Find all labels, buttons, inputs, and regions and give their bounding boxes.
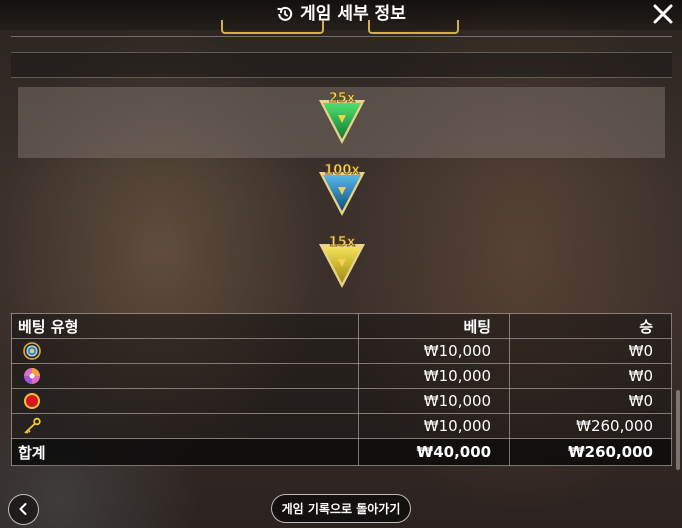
bet-type-cell: [10, 363, 360, 389]
key-icon: [24, 418, 41, 434]
total-bet: ₩40,000: [358, 438, 511, 466]
divider-top: [11, 36, 672, 37]
bet-amount: ₩10,000: [358, 338, 511, 364]
win-amount: ₩0: [509, 338, 672, 364]
column-header-bet: 베팅: [358, 313, 511, 339]
triangle-icon: 100x: [319, 163, 365, 216]
close-icon: [653, 4, 673, 24]
win-amount: ₩0: [509, 363, 672, 389]
column-header-bet-type: 베팅 유형: [10, 313, 360, 339]
bet-table: 베팅 유형 베팅 승 ₩10,000 ₩0 ₩10,000 ₩0 ₩10,000…: [10, 313, 672, 466]
table-row: ₩10,000 ₩260,000: [10, 413, 672, 439]
triangle-icon: 25x: [319, 91, 365, 144]
wheel-icon: [23, 342, 41, 361]
table-row: ₩10,000 ₩0: [10, 338, 672, 364]
close-button[interactable]: [652, 3, 674, 25]
multiplier-badge-yellow: 15x: [316, 230, 368, 292]
bet-type-cell: [10, 413, 360, 439]
multiplier-label: 15x: [329, 235, 356, 250]
red-ball-icon: [24, 393, 40, 410]
bet-amount: ₩10,000: [358, 388, 511, 414]
table-row: ₩10,000 ₩0: [10, 388, 672, 414]
bet-type-cell: [10, 388, 360, 414]
top-decor-right: [368, 20, 459, 34]
candy-icon: [24, 368, 40, 385]
multiplier-badge-green: 25x: [316, 88, 368, 150]
total-win: ₩260,000: [509, 438, 672, 466]
header-title-group: 게임 세부 정보: [0, 2, 682, 26]
triangle-icon: 15x: [319, 235, 365, 288]
bet-amount: ₩10,000: [358, 363, 511, 389]
chevron-left-icon: [19, 503, 27, 515]
multiplier-label: 100x: [324, 163, 360, 178]
win-amount: ₩0: [509, 388, 672, 414]
back-to-history-button[interactable]: 게임 기록으로 돌아가기: [271, 494, 411, 523]
bet-type-cell: [10, 338, 360, 364]
multiplier-badge-blue: 100x: [316, 158, 368, 220]
multiplier-label: 25x: [329, 91, 356, 106]
column-header-win: 승: [509, 313, 672, 339]
total-label: 합계: [10, 438, 360, 466]
header-bar: 게임 세부 정보: [0, 0, 682, 30]
total-row: 합계 ₩40,000 ₩260,000: [10, 438, 672, 466]
bet-amount: ₩10,000: [358, 413, 511, 439]
back-button[interactable]: [8, 494, 39, 525]
table-row: ₩10,000 ₩0: [10, 363, 672, 389]
result-band: [11, 52, 672, 78]
win-amount: ₩260,000: [509, 413, 672, 439]
scrollbar[interactable]: [676, 390, 680, 470]
table-header-row: 베팅 유형 베팅 승: [10, 313, 672, 339]
top-decor-left: [221, 20, 324, 34]
